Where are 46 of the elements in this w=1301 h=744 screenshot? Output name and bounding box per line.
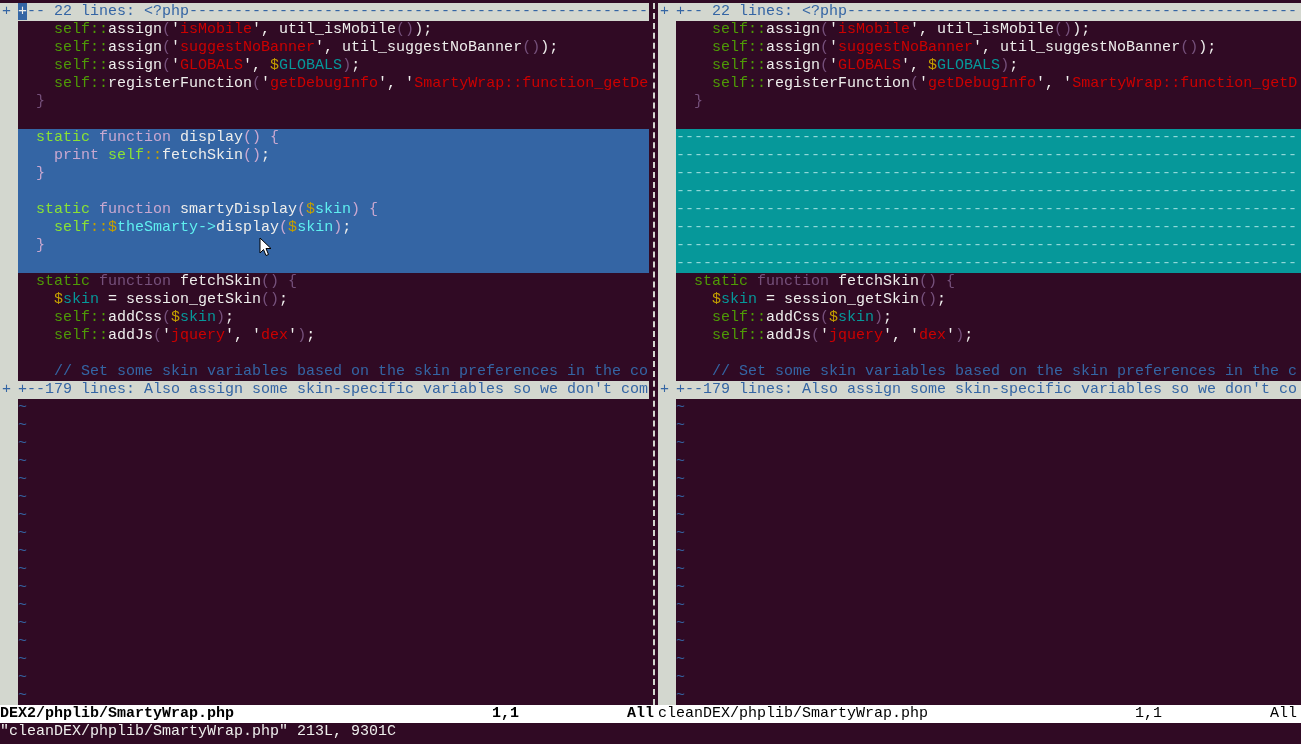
empty-line-marker: ~: [676, 651, 685, 668]
empty-line-marker: ~: [676, 525, 685, 542]
empty-line-marker: ~: [18, 687, 27, 704]
fold-marker[interactable]: +: [2, 3, 11, 20]
empty-line-marker: ~: [676, 453, 685, 470]
empty-line-marker: ~: [676, 615, 685, 632]
empty-line-marker: ~: [18, 615, 27, 632]
empty-line-marker: ~: [676, 399, 685, 416]
empty-line-marker: ~: [18, 399, 27, 416]
empty-line-marker: ~: [18, 489, 27, 506]
empty-line-marker: ~: [18, 507, 27, 524]
empty-line-marker: ~: [18, 417, 27, 434]
empty-line-marker: ~: [18, 651, 27, 668]
empty-line-marker: ~: [18, 561, 27, 578]
empty-line-marker: ~: [676, 579, 685, 596]
fold-marker[interactable]: +: [660, 3, 669, 20]
cursor-position: 1,1: [492, 705, 520, 723]
empty-line-marker: ~: [676, 417, 685, 434]
empty-line-marker: ~: [676, 597, 685, 614]
scroll-position: All: [1270, 705, 1297, 723]
fold-marker[interactable]: +: [2, 381, 11, 398]
empty-line-marker: ~: [676, 561, 685, 578]
file-name: cleanDEX/phplib/SmartyWrap.php: [658, 705, 930, 723]
fold-marker[interactable]: +: [660, 381, 669, 398]
empty-line-marker: ~: [676, 669, 685, 686]
empty-line-marker: ~: [18, 579, 27, 596]
pointer-icon: [259, 237, 272, 257]
empty-line-marker: ~: [18, 543, 27, 560]
empty-line-marker: ~: [18, 525, 27, 542]
empty-line-marker: ~: [18, 597, 27, 614]
empty-line-marker: ~: [676, 489, 685, 506]
empty-line-marker: ~: [676, 435, 685, 452]
command-line: "cleanDEX/phplib/SmartyWrap.php" 213L, 9301C: [0, 723, 398, 741]
empty-line-marker: ~: [676, 687, 685, 704]
empty-line-marker: ~: [676, 543, 685, 560]
scroll-position: All: [627, 705, 654, 723]
file-name: DEX2/phplib/SmartyWrap.php: [0, 705, 236, 723]
empty-line-marker: ~: [676, 471, 685, 488]
empty-line-marker: ~: [676, 633, 685, 650]
empty-line-marker: ~: [18, 633, 27, 650]
empty-line-marker: ~: [18, 453, 27, 470]
cursor-position: 1,1: [1135, 705, 1163, 723]
empty-line-marker: ~: [18, 669, 27, 686]
empty-line-marker: ~: [18, 435, 27, 452]
empty-line-marker: ~: [18, 471, 27, 488]
empty-line-marker: ~: [676, 507, 685, 524]
